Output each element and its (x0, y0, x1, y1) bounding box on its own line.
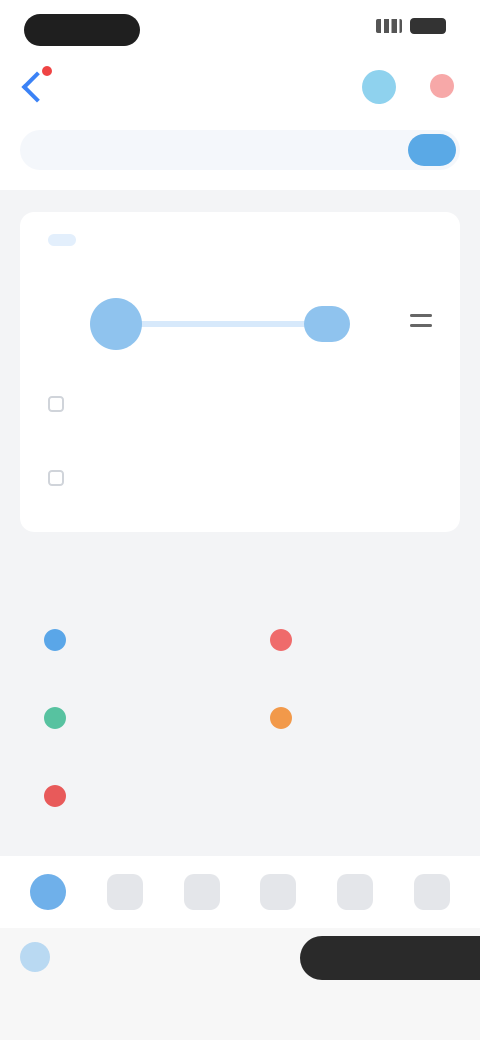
calendar-icon (48, 396, 64, 412)
signal-icon (376, 19, 402, 33)
service-item[interactable] (270, 612, 460, 668)
service-item[interactable] (44, 612, 234, 668)
order-icon[interactable] (260, 874, 297, 910)
message-icon[interactable] (336, 874, 373, 910)
destination-marker[interactable] (304, 306, 350, 342)
service-icon (270, 707, 292, 729)
status-indicators (376, 18, 446, 34)
service-icon (44, 629, 66, 651)
header (0, 60, 480, 190)
back-button[interactable] (20, 66, 60, 108)
calendar-icon[interactable] (183, 874, 220, 910)
home-icon[interactable] (30, 874, 67, 910)
battery-icon (410, 18, 446, 34)
more-icon[interactable] (430, 74, 454, 98)
notification-dot (42, 66, 52, 76)
service-item[interactable] (44, 690, 234, 746)
service-icon (270, 629, 292, 651)
route-selector[interactable] (90, 298, 360, 350)
footer-button[interactable] (300, 936, 480, 980)
class-field[interactable] (48, 456, 432, 500)
ticket-icon[interactable] (106, 874, 143, 910)
info-icon (20, 942, 50, 972)
status-pill (24, 14, 140, 46)
date-field[interactable] (48, 382, 432, 426)
service-icon (44, 785, 66, 807)
back-icon (21, 71, 53, 103)
seat-icon (48, 470, 64, 486)
search-button[interactable] (408, 134, 456, 166)
service-icon (44, 707, 66, 729)
profile-icon[interactable] (413, 874, 450, 910)
booking-tab-primary[interactable] (48, 234, 76, 246)
service-item[interactable] (44, 768, 234, 824)
service-item[interactable] (270, 690, 460, 746)
status-bar (0, 0, 480, 60)
headset-icon[interactable] (362, 70, 396, 104)
footer-bar (0, 928, 480, 1040)
booking-tabs (48, 234, 104, 246)
booking-card (20, 212, 460, 532)
origin-marker[interactable] (90, 298, 142, 350)
search-bar[interactable] (20, 130, 460, 170)
header-tabs (160, 70, 196, 81)
swap-icon[interactable] (406, 306, 436, 336)
bottom-nav (0, 856, 480, 928)
services-header (26, 568, 458, 598)
route-line (130, 321, 320, 327)
